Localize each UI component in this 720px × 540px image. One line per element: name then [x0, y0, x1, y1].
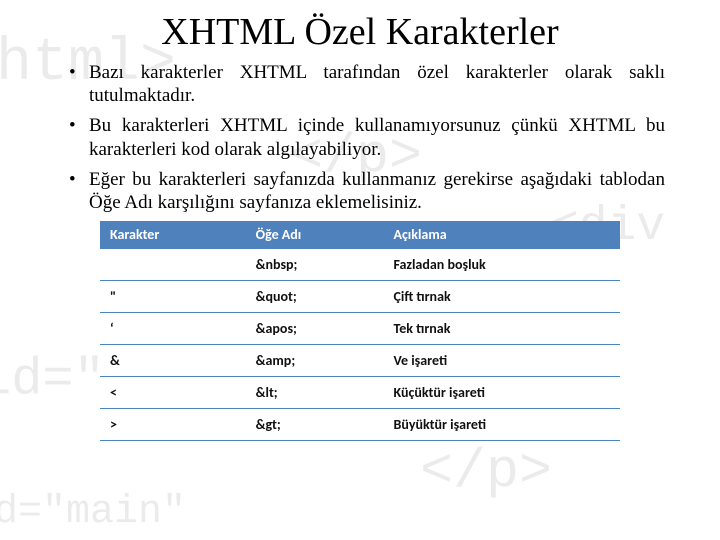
bullet-item: Bazı karakterler XHTML tarafından özel k…	[55, 61, 665, 107]
cell-character: ‘	[100, 313, 246, 345]
table-header-row: Karakter Öğe Adı Açıklama	[100, 221, 620, 249]
cell-character: &	[100, 345, 246, 377]
cell-description: Çift tırnak	[383, 281, 620, 313]
cell-description: Küçüktür işareti	[383, 377, 620, 409]
table-row: < &lt; Küçüktür işareti	[100, 377, 620, 409]
table-row: " &quot; Çift tırnak	[100, 281, 620, 313]
cell-description: Tek tırnak	[383, 313, 620, 345]
table-row: & &amp; Ve işareti	[100, 345, 620, 377]
cell-character: <	[100, 377, 246, 409]
table-row: &nbsp; Fazladan boşluk	[100, 249, 620, 281]
cell-character: "	[100, 281, 246, 313]
cell-character: >	[100, 409, 246, 441]
cell-entity: &quot;	[246, 281, 384, 313]
bullet-item: Bu karakterleri XHTML içinde kullanamıyo…	[55, 114, 665, 160]
table-header: Karakter	[100, 221, 246, 249]
cell-entity: &apos;	[246, 313, 384, 345]
slide-content: XHTML Özel Karakterler Bazı karakterler …	[0, 0, 720, 540]
cell-description: Ve işareti	[383, 345, 620, 377]
page-title: XHTML Özel Karakterler	[55, 10, 665, 54]
cell-entity: &lt;	[246, 377, 384, 409]
table-header: Açıklama	[383, 221, 620, 249]
bullet-item: Eğer bu karakterleri sayfanızda kullanma…	[55, 168, 665, 214]
cell-description: Büyüktür işareti	[383, 409, 620, 441]
table-header: Öğe Adı	[246, 221, 384, 249]
characters-table: Karakter Öğe Adı Açıklama &nbsp; Fazlada…	[100, 221, 620, 441]
cell-description: Fazladan boşluk	[383, 249, 620, 281]
table-row: ‘ &apos; Tek tırnak	[100, 313, 620, 345]
table-row: > &gt; Büyüktür işareti	[100, 409, 620, 441]
cell-entity: &gt;	[246, 409, 384, 441]
cell-entity: &amp;	[246, 345, 384, 377]
cell-entity: &nbsp;	[246, 249, 384, 281]
cell-character	[100, 249, 246, 281]
